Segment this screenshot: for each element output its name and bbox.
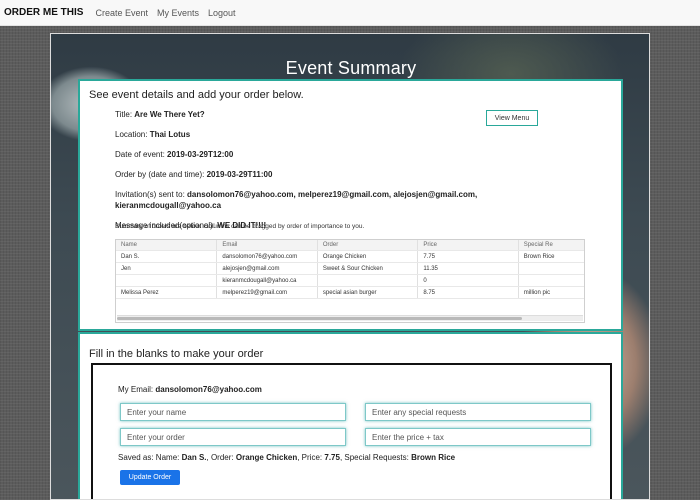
event-location-label: Location: [115, 130, 148, 139]
brand-logo[interactable]: ORDER ME THIS [4, 7, 83, 18]
cell-name [116, 275, 218, 286]
event-date-value: 2019-03-29T12:00 [167, 150, 234, 159]
navbar: ORDER ME THIS Create Event My Events Log… [0, 0, 700, 26]
saved-name: Dan S. [181, 453, 207, 462]
orders-summary-note: Summary of orders are below. Columns can… [115, 223, 365, 230]
order-by-row: Order by (date and time): 2019-03-29T11:… [115, 169, 585, 180]
update-order-button[interactable]: Update Order [120, 470, 180, 485]
cell-price: 11.35 [418, 263, 519, 274]
order-by-value: 2019-03-29T11:00 [206, 170, 273, 179]
cell-email: kieranmcdougall@yahoo.ca [217, 275, 318, 286]
view-menu-button[interactable]: View Menu [486, 110, 538, 126]
my-email-label: My Email: [118, 385, 154, 394]
event-details-panel: See event details and add your order bel… [78, 79, 623, 331]
order-by-label: Order by (date and time): [115, 170, 205, 179]
my-email-value: dansolomon76@yahoo.com [155, 385, 262, 394]
cell-special-requests: Brown Rice [523, 253, 555, 260]
cell-order: Orange Chicken [318, 251, 419, 262]
cell-email: melperez19@gmail.com [217, 287, 318, 298]
order-form: My Email: dansolomon76@yahoo.com Enter y… [91, 363, 612, 499]
table-row[interactable]: Jen alejosjen@gmail.com Sweet & Sour Chi… [116, 263, 584, 275]
column-header-order[interactable]: Order [318, 240, 419, 250]
nav-create-event[interactable]: Create Event [95, 8, 148, 18]
my-email-row: My Email: dansolomon76@yahoo.com [118, 385, 262, 394]
cell-name: Jen [116, 263, 218, 274]
cell-name: Melissa Perez [116, 287, 218, 298]
saved-requests-label: , Special Requests: [339, 453, 409, 462]
saved-price: 7.75 [324, 453, 340, 462]
table-row[interactable]: Dan S. dansolomon76@yahoo.com Orange Chi… [116, 251, 584, 263]
cell-name: Dan S. [116, 251, 218, 262]
table-row[interactable]: Melissa Perez melperez19@gmail.com speci… [116, 287, 584, 299]
event-details: Title: Are We There Yet? Location: Thai … [115, 109, 585, 240]
cell-order [318, 275, 419, 286]
horizontal-scrollbar[interactable] [117, 315, 583, 321]
cell-price: 7.75 [418, 251, 519, 262]
order-form-heading: Fill in the blanks to make your order [89, 348, 264, 360]
cell-email: dansolomon76@yahoo.com [217, 251, 318, 262]
event-location-row: Location: Thai Lotus [115, 129, 585, 140]
orders-grid-header: Name Email Order Price Special Re [116, 240, 584, 251]
saved-order: Orange Chicken [235, 453, 298, 462]
order-input[interactable]: Enter your order [120, 428, 346, 446]
event-title-label: Title: [115, 110, 133, 119]
column-header-price[interactable]: Price [418, 240, 519, 250]
order-form-panel: Fill in the blanks to make your order My… [78, 332, 623, 499]
saved-order-summary: Saved as: Name: Dan S., Order: Orange Ch… [118, 453, 455, 462]
name-input[interactable]: Enter your name [120, 403, 346, 421]
event-location-value: Thai Lotus [149, 130, 191, 139]
cell-price: 0 [418, 275, 519, 286]
invitations-row: Invitation(s) sent to: dansolomon76@yaho… [115, 189, 585, 211]
special-requests-input[interactable]: Enter any special requests [365, 403, 591, 421]
cell-price: 8.75 [418, 287, 519, 298]
event-date-row: Date of event: 2019-03-29T12:00 [115, 149, 585, 160]
saved-requests: Brown Rice [411, 453, 456, 462]
orders-grid: Name Email Order Price Special Re Dan S.… [115, 239, 585, 323]
saved-price-label: , Price: [297, 453, 323, 462]
event-date-label: Date of event: [115, 150, 165, 159]
cell-special-requests: million pic [523, 289, 551, 296]
cell-order: Sweet & Sour Chicken [318, 263, 419, 274]
price-input[interactable]: Enter the price + tax [365, 428, 591, 446]
cell-special-requests [519, 263, 584, 274]
scrollbar-thumb[interactable] [117, 317, 522, 320]
table-row[interactable]: kieranmcdougall@yahoo.ca 0 [116, 275, 584, 287]
column-header-name[interactable]: Name [116, 240, 218, 250]
details-heading: See event details and add your order bel… [89, 89, 304, 101]
invitations-label: Invitation(s) sent to: [115, 190, 185, 199]
cell-special-requests [519, 275, 584, 286]
cell-order: special asian burger [318, 287, 419, 298]
column-header-email[interactable]: Email [217, 240, 318, 250]
column-header-special-requests[interactable]: Special Re [519, 240, 584, 250]
main-content: Event Summary See event details and add … [50, 33, 650, 500]
nav-logout[interactable]: Logout [208, 8, 236, 18]
event-title-value: Are We There Yet? [134, 110, 205, 119]
nav-my-events[interactable]: My Events [157, 8, 199, 18]
saved-as-label: Saved as: Name: [118, 453, 180, 462]
cell-email: alejosjen@gmail.com [217, 263, 318, 274]
saved-order-label: , Order: [206, 453, 234, 462]
page-title: Event Summary [285, 58, 417, 78]
